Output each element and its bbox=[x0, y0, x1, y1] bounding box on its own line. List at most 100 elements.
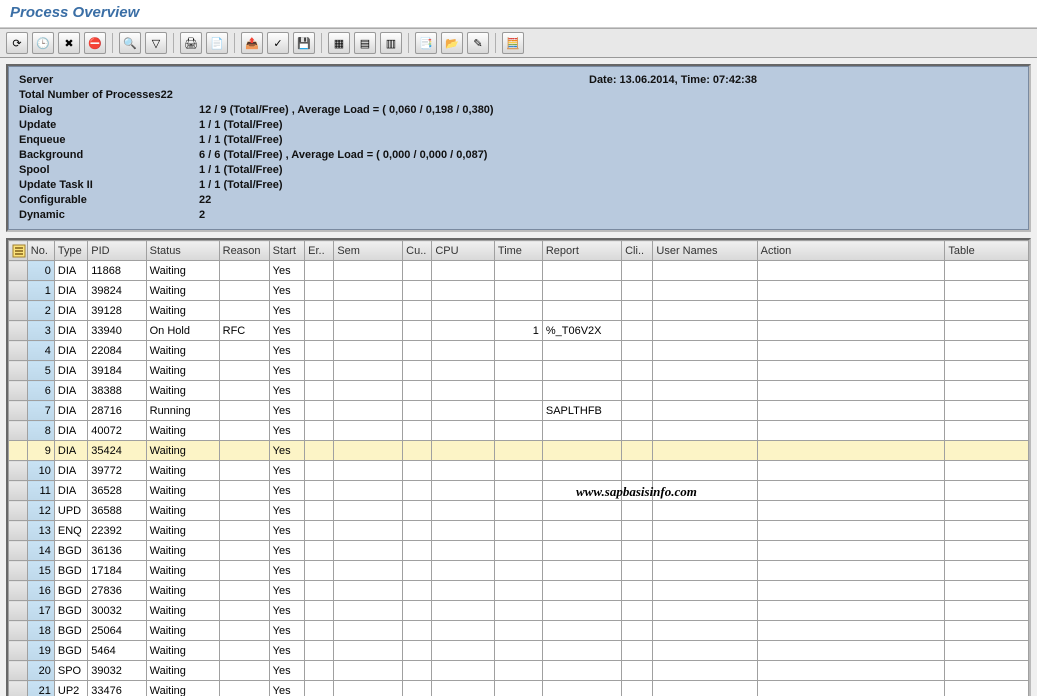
table-row[interactable]: 6DIA38388WaitingYes bbox=[9, 381, 1029, 401]
details-button[interactable]: 🔍 bbox=[119, 32, 141, 54]
save-button[interactable]: 💾 bbox=[293, 32, 315, 54]
cell-reason bbox=[219, 541, 269, 561]
cell-time bbox=[494, 501, 542, 521]
col-start[interactable]: Start bbox=[269, 241, 304, 261]
cell-cli bbox=[622, 321, 653, 341]
row-selector[interactable] bbox=[9, 361, 28, 381]
row-selector[interactable] bbox=[9, 401, 28, 421]
table-row[interactable]: 2DIA39128WaitingYes bbox=[9, 301, 1029, 321]
row-selector[interactable] bbox=[9, 641, 28, 661]
clock-button[interactable]: 🕒 bbox=[32, 32, 54, 54]
cell-table bbox=[945, 681, 1029, 696]
layout3-button[interactable]: ▥ bbox=[380, 32, 402, 54]
col-status[interactable]: Status bbox=[146, 241, 219, 261]
table-row[interactable]: 15BGD17184WaitingYes bbox=[9, 561, 1029, 581]
edit-button[interactable]: ✎ bbox=[467, 32, 489, 54]
cell-time bbox=[494, 661, 542, 681]
row-selector[interactable] bbox=[9, 661, 28, 681]
col-err[interactable]: Er.. bbox=[305, 241, 334, 261]
row-selector[interactable] bbox=[9, 541, 28, 561]
print-preview-button[interactable]: 📄 bbox=[206, 32, 228, 54]
col-table[interactable]: Table bbox=[945, 241, 1029, 261]
row-selector[interactable] bbox=[9, 341, 28, 361]
cancel-button[interactable]: ✖ bbox=[58, 32, 80, 54]
col-report[interactable]: Report bbox=[542, 241, 621, 261]
table-row[interactable]: 21UP233476WaitingYes bbox=[9, 681, 1029, 696]
table-row[interactable]: 16BGD27836WaitingYes bbox=[9, 581, 1029, 601]
col-time[interactable]: Time bbox=[494, 241, 542, 261]
table-row[interactable]: 12UPD36588WaitingYes bbox=[9, 501, 1029, 521]
layout1-button[interactable]: ▦ bbox=[328, 32, 350, 54]
cell-action bbox=[757, 661, 945, 681]
cell-type: DIA bbox=[54, 401, 87, 421]
cell-err bbox=[305, 421, 334, 441]
row-selector[interactable] bbox=[9, 301, 28, 321]
cell-err bbox=[305, 681, 334, 696]
table-row[interactable]: 8DIA40072WaitingYes bbox=[9, 421, 1029, 441]
row-selector[interactable] bbox=[9, 621, 28, 641]
row-selector[interactable] bbox=[9, 581, 28, 601]
tool2-button[interactable]: 📂 bbox=[441, 32, 463, 54]
select-all-column[interactable] bbox=[9, 241, 28, 261]
table-row[interactable]: 14BGD36136WaitingYes bbox=[9, 541, 1029, 561]
table-row[interactable]: 20SPO39032WaitingYes bbox=[9, 661, 1029, 681]
cell-user bbox=[653, 261, 757, 281]
cell-report bbox=[542, 681, 621, 696]
table-row[interactable]: 10DIA39772WaitingYes bbox=[9, 461, 1029, 481]
cell-start: Yes bbox=[269, 261, 304, 281]
end-session-button[interactable]: ⛔ bbox=[84, 32, 106, 54]
col-cli[interactable]: Cli.. bbox=[622, 241, 653, 261]
col-sem[interactable]: Sem bbox=[334, 241, 403, 261]
cell-pid: 22392 bbox=[88, 521, 146, 541]
col-pid[interactable]: PID bbox=[88, 241, 146, 261]
table-row[interactable]: 0DIA11868WaitingYes bbox=[9, 261, 1029, 281]
export-button[interactable]: 📤 bbox=[241, 32, 263, 54]
col-user[interactable]: User Names bbox=[653, 241, 757, 261]
table-row[interactable]: 4DIA22084WaitingYes bbox=[9, 341, 1029, 361]
process-table[interactable]: No. Type PID Status Reason Start Er.. Se… bbox=[8, 240, 1029, 696]
col-action[interactable]: Action bbox=[757, 241, 945, 261]
row-selector[interactable] bbox=[9, 681, 28, 696]
col-reason[interactable]: Reason bbox=[219, 241, 269, 261]
cell-cpu bbox=[432, 381, 495, 401]
cell-table bbox=[945, 581, 1029, 601]
row-selector[interactable] bbox=[9, 481, 28, 501]
table-row[interactable]: 11DIA36528WaitingYes bbox=[9, 481, 1029, 501]
table-row[interactable]: 19BGD5464WaitingYes bbox=[9, 641, 1029, 661]
cell-reason bbox=[219, 401, 269, 421]
table-row[interactable]: 7DIA28716RunningYesSAPLTHFB bbox=[9, 401, 1029, 421]
filter-button[interactable]: ▽ bbox=[145, 32, 167, 54]
row-selector[interactable] bbox=[9, 501, 28, 521]
cell-report bbox=[542, 621, 621, 641]
row-selector[interactable] bbox=[9, 281, 28, 301]
dynamic-label: Dynamic bbox=[19, 208, 199, 223]
table-row[interactable]: 1DIA39824WaitingYes bbox=[9, 281, 1029, 301]
row-selector[interactable] bbox=[9, 601, 28, 621]
row-selector[interactable] bbox=[9, 321, 28, 341]
table-row[interactable]: 9DIA35424WaitingYes bbox=[9, 441, 1029, 461]
table-row[interactable]: 3DIA33940On HoldRFCYes1%_T06V2X bbox=[9, 321, 1029, 341]
row-selector[interactable] bbox=[9, 421, 28, 441]
print-button[interactable]: 🖨 bbox=[180, 32, 202, 54]
table-row[interactable]: 17BGD30032WaitingYes bbox=[9, 601, 1029, 621]
layout2-button[interactable]: ▤ bbox=[354, 32, 376, 54]
row-selector[interactable] bbox=[9, 261, 28, 281]
col-cpu[interactable]: CPU bbox=[432, 241, 495, 261]
row-selector[interactable] bbox=[9, 381, 28, 401]
check-button[interactable]: ✓ bbox=[267, 32, 289, 54]
calculator-button[interactable]: 🧮 bbox=[502, 32, 524, 54]
row-selector[interactable] bbox=[9, 461, 28, 481]
col-type[interactable]: Type bbox=[54, 241, 87, 261]
table-row[interactable]: 13ENQ22392WaitingYes bbox=[9, 521, 1029, 541]
cell-cpu bbox=[432, 681, 495, 696]
col-no[interactable]: No. bbox=[27, 241, 54, 261]
col-cu[interactable]: Cu.. bbox=[403, 241, 432, 261]
row-selector[interactable] bbox=[9, 521, 28, 541]
row-selector[interactable] bbox=[9, 561, 28, 581]
refresh-button[interactable]: ⟳ bbox=[6, 32, 28, 54]
row-selector[interactable] bbox=[9, 441, 28, 461]
cell-cu bbox=[403, 501, 432, 521]
table-row[interactable]: 18BGD25064WaitingYes bbox=[9, 621, 1029, 641]
tool1-button[interactable]: 📑 bbox=[415, 32, 437, 54]
table-row[interactable]: 5DIA39184WaitingYes bbox=[9, 361, 1029, 381]
